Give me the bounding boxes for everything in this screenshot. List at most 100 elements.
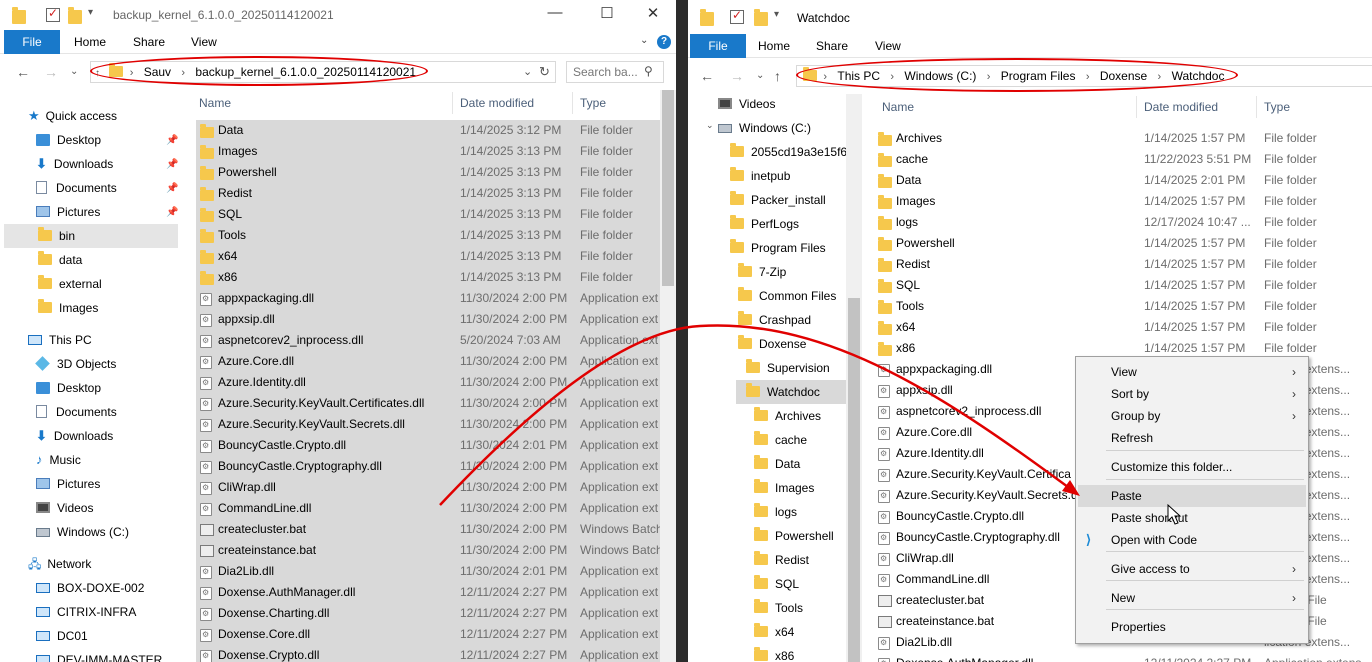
nav-windows-c[interactable]: Windows (C:) (36, 520, 129, 544)
help-icon[interactable]: ? (657, 35, 671, 49)
column-divider[interactable] (1256, 96, 1257, 118)
column-divider[interactable] (452, 92, 453, 114)
column-header-date[interactable]: Date modified (460, 94, 534, 112)
tree-item[interactable]: logs (754, 500, 797, 524)
table-row[interactable]: logs 12/17/2024 10:47 ... File folder (874, 212, 1372, 233)
new-folder-icon[interactable] (754, 9, 768, 26)
tree-item[interactable]: Crashpad (738, 308, 811, 332)
back-icon[interactable]: ← (700, 68, 714, 84)
refresh-icon[interactable]: ↻ (539, 62, 550, 82)
tree-item[interactable]: Archives (754, 404, 821, 428)
column-divider[interactable] (1136, 96, 1137, 118)
properties-icon[interactable] (46, 6, 60, 22)
table-row[interactable]: Azure.Security.KeyVault.Secrets.dll 11/30… (196, 414, 660, 435)
column-divider[interactable] (572, 92, 573, 114)
pin-icon[interactable]: 📌 (166, 135, 178, 146)
table-row[interactable]: Azure.Core.dll 11/30/2024 2:00 PM Applicat… (196, 351, 660, 372)
scrollbar[interactable] (846, 94, 862, 662)
column-header-name[interactable]: Name (199, 94, 231, 112)
expand-chevron-icon[interactable]: ⌄ (706, 120, 714, 131)
chevron-down-icon[interactable]: ⌄ (640, 35, 648, 46)
table-row[interactable]: x86 1/14/2025 3:13 PM File folder (196, 267, 660, 288)
properties-icon[interactable] (730, 8, 744, 24)
nav-dc01[interactable]: DC01 (36, 624, 88, 648)
recent-chevron-icon[interactable]: ⌄ (70, 66, 78, 77)
table-row[interactable]: createinstance.bat 11/30/2024 2:00 PM Wind… (196, 540, 660, 561)
nav-windows-c[interactable]: Windows (C:) (718, 116, 811, 140)
table-row[interactable]: Images 1/14/2025 1:57 PM File folder (874, 191, 1372, 212)
nav-pictures[interactable]: Pictures (36, 200, 100, 224)
quick-access-dropdown-icon[interactable]: ▾ (774, 9, 788, 23)
forward-icon[interactable]: → (730, 68, 744, 84)
new-folder-icon[interactable] (68, 7, 82, 24)
nav-videos[interactable]: Videos (36, 496, 93, 520)
table-row[interactable]: Images 1/14/2025 3:13 PM File folder (196, 141, 660, 162)
nav-box-doxe-002[interactable]: BOX-DOXE-002 (36, 576, 144, 600)
table-row[interactable]: createcluster.bat 11/30/2024 2:00 PM Windo… (196, 519, 660, 540)
nav-pc-pictures[interactable]: Pictures (36, 472, 100, 496)
table-row[interactable]: Doxense.Crypto.dll 12/11/2024 2:27 PM Appl… (196, 645, 660, 662)
tree-item[interactable]: cache (754, 428, 807, 452)
tab-view[interactable]: View (875, 34, 901, 58)
pin-icon[interactable]: 📌 (166, 207, 178, 218)
context-menu-item[interactable]: Refresh (1078, 427, 1306, 449)
tree-item[interactable]: SQL (754, 572, 799, 596)
nav-dev-imm-master[interactable]: DEV-IMM-MASTER (36, 648, 162, 662)
table-row[interactable]: aspnetcorev2_inprocess.dll 5/20/2024 7:03… (196, 330, 660, 351)
back-icon[interactable]: ← (16, 64, 30, 80)
context-menu-item[interactable]: Customize this folder... (1078, 456, 1306, 478)
table-row[interactable]: SQL 1/14/2025 1:57 PM File folder (874, 275, 1372, 296)
nav-network[interactable]: 🖧 Network (28, 552, 91, 576)
table-row[interactable]: Data 1/14/2025 2:01 PM File folder (874, 170, 1372, 191)
pin-icon[interactable]: 📌 (166, 183, 178, 194)
tab-share[interactable]: Share (133, 30, 165, 54)
table-row[interactable]: Redist 1/14/2025 3:13 PM File folder (196, 183, 660, 204)
tree-item[interactable]: 7-Zip (738, 260, 786, 284)
table-row[interactable]: CliWrap.dll 11/30/2024 2:00 PM Application… (196, 477, 660, 498)
context-menu-item[interactable]: New › (1078, 587, 1306, 609)
table-row[interactable]: Doxense.AuthManager.dll 12/11/2024 2:27 P… (196, 582, 660, 603)
nav-data[interactable]: data (38, 248, 82, 272)
nav-pc-desktop[interactable]: Desktop (36, 376, 101, 400)
pin-icon[interactable]: 📌 (166, 159, 178, 170)
tree-item[interactable]: Images (754, 476, 814, 500)
table-row[interactable]: Doxense.Charting.dll 12/11/2024 2:27 PM Ap… (196, 603, 660, 624)
scrollbar[interactable] (660, 90, 676, 662)
tree-item[interactable]: Program Files (730, 236, 826, 260)
tree-item[interactable]: Watchdoc (736, 380, 846, 404)
scrollbar-thumb[interactable] (662, 90, 674, 286)
close-icon[interactable]: ✕ (638, 4, 668, 22)
nav-music[interactable]: ♪ Music (36, 448, 81, 472)
table-row[interactable]: Powershell 1/14/2025 3:13 PM File folder (196, 162, 660, 183)
minimize-icon[interactable]: — (540, 4, 570, 21)
nav-3d-objects[interactable]: 3D Objects (35, 352, 116, 376)
context-menu-item[interactable]: ⟩ Open with Code (1078, 529, 1306, 551)
table-row[interactable]: Dia2Lib.dll 11/30/2024 2:01 PM Application… (196, 561, 660, 582)
table-row[interactable]: Tools 1/14/2025 1:57 PM File folder (874, 296, 1372, 317)
nav-downloads[interactable]: ⬇ Downloads (36, 152, 113, 176)
nav-external[interactable]: external (38, 272, 102, 296)
tab-share[interactable]: Share (816, 34, 848, 58)
table-row[interactable]: Data 1/14/2025 3:12 PM File folder (196, 120, 660, 141)
column-header-type[interactable]: Type (1264, 98, 1290, 116)
column-header-name[interactable]: Name (882, 98, 914, 116)
tree-item[interactable]: Doxense (738, 332, 806, 356)
tree-item[interactable]: x64 (754, 620, 794, 644)
table-row[interactable]: Archives 1/14/2025 1:57 PM File folder (874, 128, 1372, 149)
table-row[interactable]: Redist 1/14/2025 1:57 PM File folder (874, 254, 1372, 275)
table-row[interactable]: x64 1/14/2025 3:13 PM File folder (196, 246, 660, 267)
tree-item[interactable]: Powershell (754, 524, 834, 548)
tree-item[interactable]: Tools (754, 596, 803, 620)
nav-pc-downloads[interactable]: ⬇ Downloads (36, 424, 113, 448)
column-header-type[interactable]: Type (580, 94, 606, 112)
tree-item[interactable]: Supervision (746, 356, 830, 380)
tree-item[interactable]: Data (754, 452, 800, 476)
tree-item[interactable]: Common Files (738, 284, 836, 308)
context-menu-item[interactable]: View › (1078, 361, 1306, 383)
context-menu-item[interactable]: Give access to › (1078, 558, 1306, 580)
table-row[interactable]: BouncyCastle.Crypto.dll 11/30/2024 2:01 P… (196, 435, 660, 456)
nav-videos[interactable]: Videos (718, 94, 775, 116)
nav-quick-access[interactable]: ★ Quick access (28, 104, 117, 128)
nav-images[interactable]: Images (38, 296, 98, 320)
tree-item[interactable]: PerfLogs (730, 212, 799, 236)
